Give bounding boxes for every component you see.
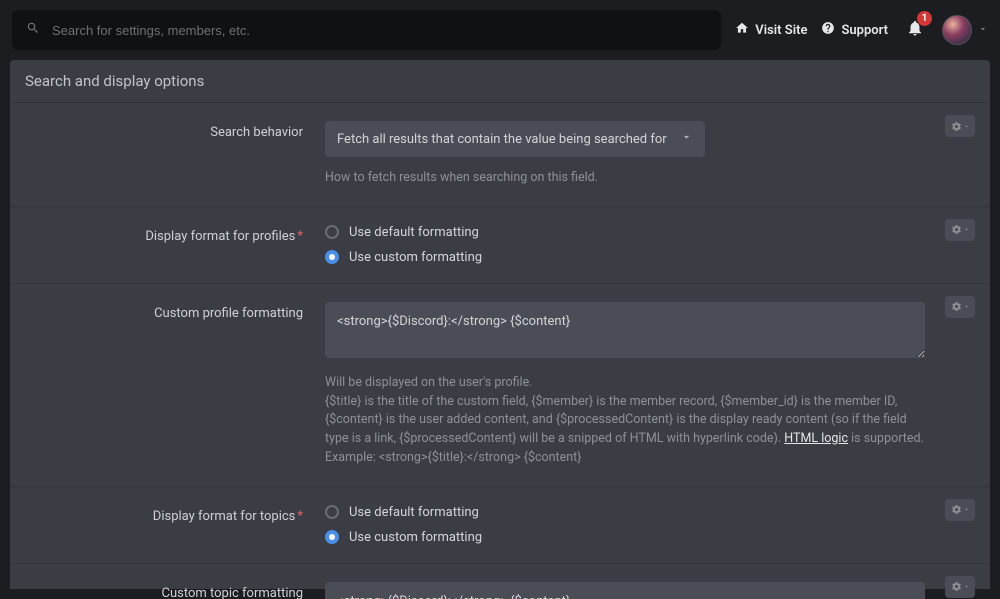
gear-icon: [951, 504, 962, 515]
settings-panel: Search and display options Search behavi…: [10, 60, 990, 589]
radio-profiles-default[interactable]: Use default formatting: [325, 225, 925, 240]
row-display-profiles: Display format for profiles* Use default…: [10, 207, 990, 284]
field-settings-button[interactable]: [945, 576, 975, 598]
panel-header: Search and display options: [10, 60, 990, 103]
visit-site-label: Visit Site: [755, 23, 807, 38]
radio-icon: [325, 225, 339, 239]
support-label: Support: [841, 23, 888, 38]
row-custom-profile: Custom profile formatting Will be displa…: [10, 284, 990, 487]
search-wrapper: [12, 10, 721, 50]
caret-down-icon: [963, 123, 970, 130]
gear-icon: [951, 301, 962, 312]
help-search-behavior: How to fetch results when searching on t…: [325, 169, 925, 188]
gear-icon: [951, 581, 962, 592]
radio-icon: [325, 530, 339, 544]
caret-down-icon: [963, 303, 970, 310]
notifications-button[interactable]: 1: [902, 15, 928, 45]
field-settings-button[interactable]: [945, 499, 975, 521]
html-logic-link[interactable]: HTML logic: [784, 431, 848, 446]
search-behavior-select[interactable]: Fetch all results that contain the value…: [325, 121, 705, 157]
gear-icon: [951, 224, 962, 235]
custom-profile-textarea[interactable]: [325, 302, 925, 358]
help-icon: [821, 21, 835, 39]
row-custom-topic: Custom topic formatting: [10, 564, 990, 599]
radio-label: Use default formatting: [349, 225, 479, 240]
field-settings-button[interactable]: [945, 296, 975, 318]
visit-site-link[interactable]: Visit Site: [735, 21, 807, 39]
radio-label: Use custom formatting: [349, 250, 482, 265]
user-menu[interactable]: [942, 15, 988, 45]
caret-down-icon: [963, 226, 970, 233]
help-custom-profile: Will be displayed on the user's profile.…: [325, 374, 925, 468]
radio-icon: [325, 505, 339, 519]
chevron-down-icon: [680, 131, 693, 148]
custom-topic-textarea[interactable]: [325, 582, 925, 599]
search-icon: [26, 21, 40, 39]
caret-down-icon: [963, 583, 970, 590]
field-settings-button[interactable]: [945, 115, 975, 137]
row-display-topics: Display format for topics* Use default f…: [10, 487, 990, 564]
required-indicator: *: [297, 509, 303, 524]
notification-badge: 1: [917, 11, 932, 26]
page-body: Search and display options Search behavi…: [0, 60, 1000, 599]
label-custom-profile: Custom profile formatting: [25, 302, 325, 468]
label-search-behavior: Search behavior: [25, 121, 325, 188]
label-custom-topic: Custom topic formatting: [25, 582, 325, 599]
label-display-topics: Display format for topics*: [25, 505, 325, 545]
avatar: [942, 15, 972, 45]
field-settings-button[interactable]: [945, 219, 975, 241]
gear-icon: [951, 121, 962, 132]
select-value: Fetch all results that contain the value…: [337, 132, 667, 147]
radio-topics-default[interactable]: Use default formatting: [325, 505, 925, 520]
caret-down-icon: [963, 506, 970, 513]
row-search-behavior: Search behavior Fetch all results that c…: [10, 103, 990, 207]
label-display-profiles: Display format for profiles*: [25, 225, 325, 265]
radio-topics-custom[interactable]: Use custom formatting: [325, 530, 925, 545]
chevron-down-icon: [978, 23, 988, 38]
radio-label: Use default formatting: [349, 505, 479, 520]
required-indicator: *: [297, 229, 303, 244]
search-input[interactable]: [12, 10, 721, 50]
topbar: Visit Site Support 1: [0, 0, 1000, 60]
radio-profiles-custom[interactable]: Use custom formatting: [325, 250, 925, 265]
panel-title: Search and display options: [25, 72, 975, 90]
home-icon: [735, 21, 749, 39]
radio-label: Use custom formatting: [349, 530, 482, 545]
radio-icon: [325, 250, 339, 264]
support-link[interactable]: Support: [821, 21, 888, 39]
